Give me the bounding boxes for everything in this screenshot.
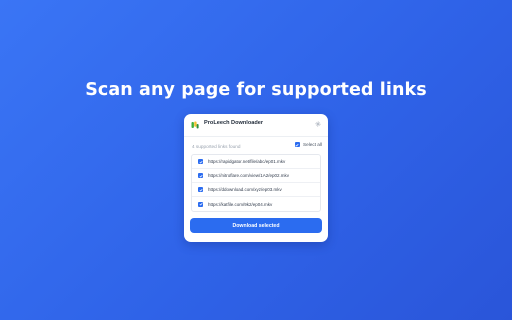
link-url: https://katfile.com/9k2/ep04.mkv — [208, 201, 273, 207]
checkbox-checked-icon[interactable] — [294, 142, 300, 147]
checkbox-checked-icon[interactable] — [198, 187, 203, 192]
select-all-toggle[interactable]: Select all — [294, 142, 322, 147]
page-headline: Scan any page for supported links — [85, 80, 427, 100]
list-item[interactable]: https://nitroflare.com/view/1A2/ep02.mkv — [192, 169, 320, 183]
link-url: https://ddownload.com/xyz/ep03.mkv — [208, 187, 282, 192]
checkbox-checked-icon[interactable] — [198, 159, 203, 164]
links-found-count: 4 supported links found — [192, 144, 241, 149]
list-item[interactable]: https://ddownload.com/xyz/ep03.mkv — [192, 183, 320, 197]
checkbox-checked-icon[interactable] — [198, 173, 203, 178]
list-item[interactable]: https://rapidgator.net/file/abc/ep01.mkv — [192, 155, 320, 169]
leech-logo-icon — [191, 121, 199, 129]
extension-popup: ProLeech Downloader 4 supported links fo… — [184, 114, 328, 242]
link-url: https://nitroflare.com/view/1A2/ep02.mkv — [208, 173, 290, 178]
popup-header: ProLeech Downloader — [184, 114, 328, 137]
popup-title: ProLeech Downloader — [204, 120, 264, 126]
links-list: https://rapidgator.net/file/abc/ep01.mkv… — [191, 154, 321, 212]
checkbox-checked-icon[interactable] — [198, 201, 203, 207]
link-url: https://rapidgator.net/file/abc/ep01.mkv — [208, 159, 286, 164]
list-item[interactable]: https://katfile.com/9k2/ep04.mkv — [192, 197, 320, 211]
gear-icon[interactable] — [315, 121, 321, 127]
select-all-label: Select all — [302, 142, 322, 147]
download-selected-button[interactable]: Download selected — [190, 218, 322, 233]
